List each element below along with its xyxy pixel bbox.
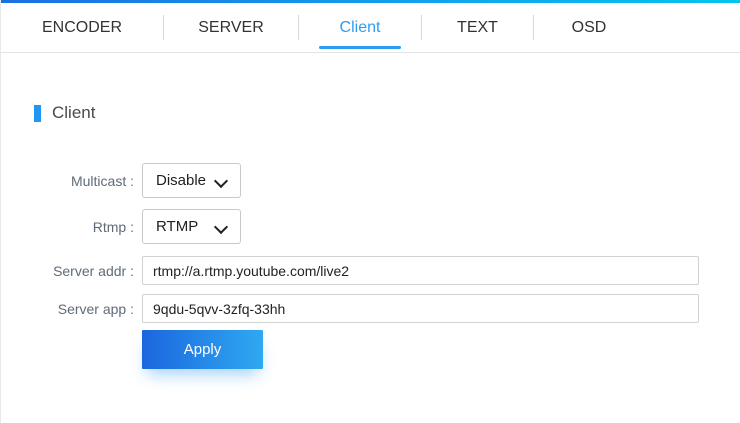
multicast-select[interactable]: Disable bbox=[142, 163, 241, 198]
tab-client-label: Client bbox=[339, 18, 381, 36]
section-accent-bar bbox=[34, 104, 41, 122]
chevron-down-icon bbox=[213, 173, 229, 189]
multicast-select-value: Disable bbox=[156, 172, 207, 189]
tab-client[interactable]: Client bbox=[299, 3, 421, 52]
section-title: Client bbox=[52, 103, 96, 122]
section-header: Client bbox=[34, 103, 740, 123]
form-row-rtmp: Rtmp : RTMP bbox=[1, 209, 740, 244]
rtmp-label: Rtmp : bbox=[92, 218, 134, 235]
form-row-server-app: Server app : bbox=[1, 294, 740, 323]
form-row-multicast: Multicast : Disable bbox=[1, 163, 740, 198]
server-app-label: Server app : bbox=[57, 300, 134, 317]
server-addr-input[interactable] bbox=[142, 256, 699, 285]
rtmp-select[interactable]: RTMP bbox=[142, 209, 241, 244]
tab-text[interactable]: TEXT bbox=[422, 3, 533, 52]
apply-button[interactable]: Apply bbox=[142, 330, 263, 369]
server-addr-label: Server addr : bbox=[53, 262, 134, 279]
client-form: Multicast : Disable Rtmp : RTMP Server a… bbox=[1, 163, 740, 369]
tab-server[interactable]: SERVER bbox=[164, 3, 298, 52]
active-tab-underline bbox=[319, 46, 401, 49]
tab-bar: ENCODER SERVER Client TEXT OSD bbox=[1, 3, 740, 53]
chevron-down-icon bbox=[213, 219, 229, 235]
apply-row: Apply bbox=[142, 330, 740, 369]
multicast-label: Multicast : bbox=[70, 172, 134, 189]
tab-encoder[interactable]: ENCODER bbox=[1, 3, 163, 52]
tab-osd[interactable]: OSD bbox=[534, 3, 644, 52]
client-settings-page: { "tabs": [ {"label": "ENCODER", "active… bbox=[0, 0, 740, 423]
server-app-input[interactable] bbox=[142, 294, 699, 323]
rtmp-select-value: RTMP bbox=[156, 218, 199, 235]
form-row-server-addr: Server addr : bbox=[1, 256, 740, 285]
